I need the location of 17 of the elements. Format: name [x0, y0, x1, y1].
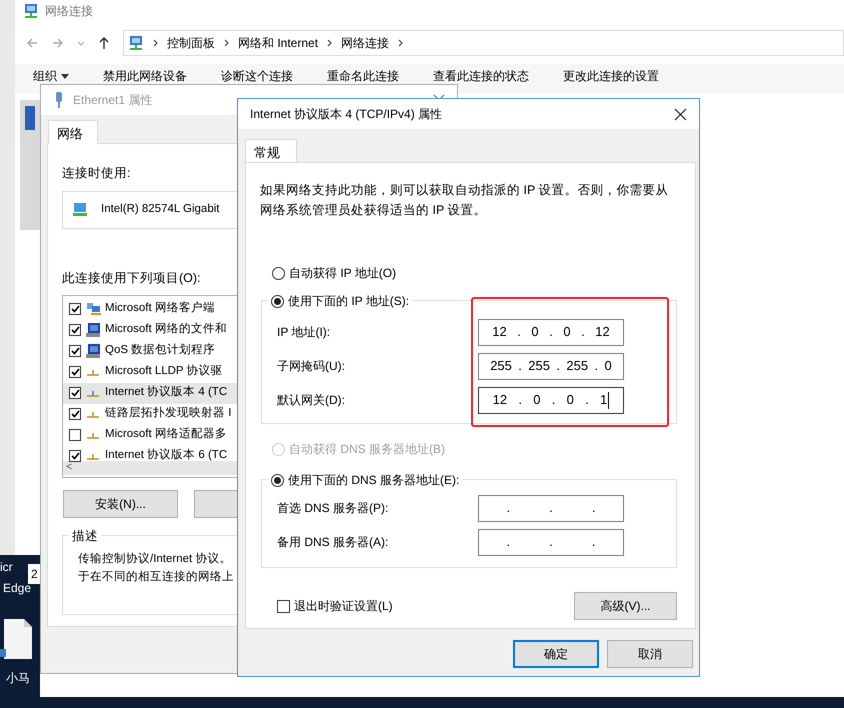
icon-label: 小马: [6, 670, 30, 687]
window-title: 网络连接: [45, 3, 93, 20]
icon-label: icr: [0, 559, 13, 576]
field-label: 子网掩码(U):: [277, 358, 345, 375]
field-label: 备用 DNS 服务器(A):: [277, 534, 388, 551]
adapter-name: Intel(R) 82574L Gigabit: [101, 202, 220, 218]
section-label: 此连接使用下列项目(O):: [62, 270, 201, 287]
description-text: 于在不同的相互连接的网络上: [78, 570, 234, 584]
section-label: 连接时使用:: [62, 165, 130, 182]
field-label: 首选 DNS 服务器(P):: [277, 500, 388, 517]
count-label: 2: [28, 564, 41, 584]
field-label: IP 地址(I):: [277, 324, 330, 341]
window-title: Internet 协议版本 4 (TCP/IPv4) 属性: [250, 106, 442, 123]
window-title: Ethernet1 属性: [73, 92, 152, 109]
intro-text: 如果网络支持此功能，则可以获取自动指派的 IP 设置。否则，你需要从网络系统管理员处获得适当的 IP 设置。: [260, 182, 670, 219]
field-label: 默认网关(D):: [277, 392, 345, 409]
description-text: 传输控制协议/Internet 协议。: [78, 551, 232, 566]
